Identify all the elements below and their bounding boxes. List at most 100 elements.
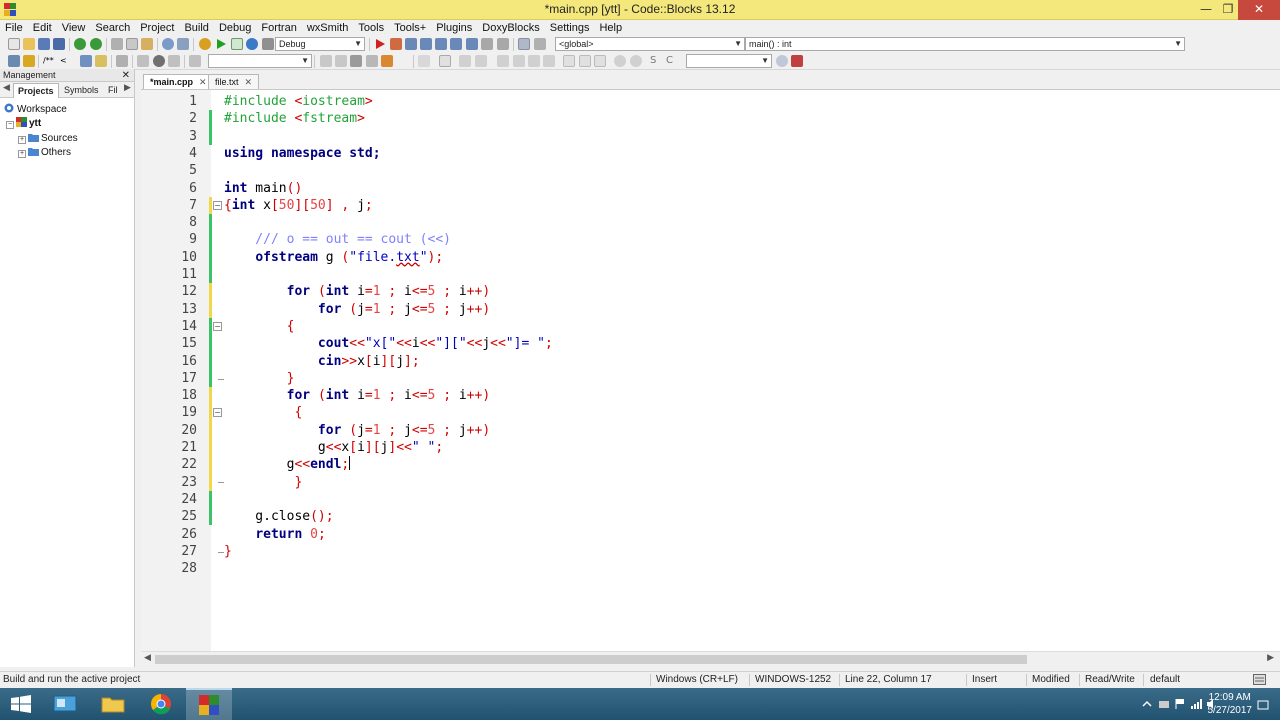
tab-main-cpp[interactable]: *main.cpp ✕ [143, 74, 214, 89]
menu-build[interactable]: Build [179, 20, 213, 36]
start-button[interactable] [0, 688, 46, 720]
symbol-combo[interactable]: ▼ [686, 54, 772, 68]
close-icon[interactable]: ✕ [122, 69, 130, 82]
scroll-right-icon[interactable]: ▶ [1267, 653, 1274, 663]
next-line-icon[interactable] [405, 38, 417, 50]
menu-settings[interactable]: Settings [545, 20, 595, 36]
menu-tools[interactable]: Tools [353, 20, 389, 36]
find-icon[interactable] [162, 38, 174, 50]
marker-icon[interactable] [381, 55, 393, 67]
tray-app-icon[interactable] [1158, 698, 1170, 710]
help-doc-icon[interactable] [95, 55, 107, 67]
redo-icon[interactable] [90, 38, 102, 50]
menu-edit[interactable]: Edit [28, 20, 57, 36]
next-icon[interactable] [168, 55, 180, 67]
scope-select[interactable]: <global> ▼ [555, 37, 745, 51]
step-instruction-icon[interactable] [466, 38, 478, 50]
tools-icon[interactable] [791, 55, 803, 67]
network-icon[interactable] [1190, 698, 1202, 710]
tab-scroll-right-icon[interactable]: ▶ [124, 83, 131, 93]
menu-doxyblocks[interactable]: DoxyBlocks [477, 20, 544, 36]
breakpoint-icon[interactable] [153, 55, 165, 67]
menu-debug[interactable]: Debug [214, 20, 256, 36]
taskbar-clock[interactable]: 12:09 AM 5/27/2017 [1208, 691, 1253, 717]
layout-4-icon[interactable] [513, 55, 525, 67]
menu-view[interactable]: View [57, 20, 91, 36]
box-icon[interactable] [439, 55, 451, 67]
build-target-select[interactable]: Debug ▼ [275, 37, 365, 51]
layout-9-icon[interactable] [594, 55, 606, 67]
collapse-icon[interactable]: − [6, 121, 14, 129]
undo-icon[interactable] [74, 38, 86, 50]
layout-1-icon[interactable] [459, 55, 471, 67]
tab-file-txt[interactable]: file.txt ✕ [208, 74, 260, 89]
settings-wrench-icon[interactable] [116, 55, 128, 67]
tab-symbols[interactable]: Symbols [60, 83, 103, 98]
step-out-icon[interactable] [435, 38, 447, 50]
tray-expand-icon[interactable] [1141, 698, 1153, 710]
symbol-s-icon[interactable]: S [650, 55, 662, 67]
fold-toggle-icon[interactable]: − [213, 408, 222, 417]
tray-flag-icon[interactable] [1174, 698, 1186, 710]
taskbar-file-explorer[interactable] [90, 688, 136, 720]
debug-info-icon[interactable] [534, 38, 546, 50]
layout-5-icon[interactable] [528, 55, 540, 67]
scroll-left-icon[interactable]: ◀ [144, 653, 151, 663]
stop-debug-icon[interactable] [497, 38, 509, 50]
zoom-in-icon[interactable] [614, 55, 626, 67]
menu-project[interactable]: Project [135, 20, 179, 36]
tree-project[interactable]: − ytt [6, 117, 41, 131]
menu-fortran[interactable]: Fortran [256, 20, 301, 36]
debug-windows-icon[interactable] [518, 38, 530, 50]
pause-icon[interactable] [481, 38, 493, 50]
close-tab-icon[interactable]: ✕ [199, 77, 207, 87]
tab-projects[interactable]: Projects [13, 83, 59, 98]
menu-help[interactable]: Help [594, 20, 627, 36]
taskbar-codeblocks[interactable] [186, 688, 232, 720]
build-gear-icon[interactable] [199, 38, 211, 50]
save-icon[interactable] [38, 38, 50, 50]
tab-scroll-left-icon[interactable]: ◀ [3, 83, 10, 93]
menu-file[interactable]: File [0, 20, 28, 36]
layout-3-icon[interactable] [497, 55, 509, 67]
save-all-icon[interactable] [53, 38, 65, 50]
debug-run-icon[interactable] [374, 38, 386, 50]
rebuild-icon[interactable] [246, 38, 258, 50]
symbol-c-icon[interactable]: C [666, 55, 678, 67]
zoom-out-icon[interactable] [630, 55, 642, 67]
doxywizard-icon[interactable] [80, 55, 92, 67]
comment-icon[interactable]: /** [43, 55, 55, 67]
run-to-cursor-icon[interactable] [390, 38, 402, 50]
tree-workspace[interactable]: Workspace [4, 103, 67, 117]
abort-icon[interactable] [262, 38, 274, 50]
menu-tools-plus[interactable]: Tools+ [389, 20, 431, 36]
close-tab-icon[interactable]: ✕ [245, 77, 253, 87]
replace-icon[interactable] [177, 38, 189, 50]
next-instruction-icon[interactable] [450, 38, 462, 50]
menu-plugins[interactable]: Plugins [431, 20, 477, 36]
close-button[interactable]: ✕ [1238, 0, 1280, 20]
fold-toggle-icon[interactable]: − [213, 322, 222, 331]
horizontal-scrollbar[interactable]: ◀ ▶ [141, 651, 1280, 667]
expand-icon[interactable]: + [18, 136, 26, 144]
expand-icon[interactable]: + [18, 150, 26, 158]
forward-icon[interactable] [335, 55, 347, 67]
notifications-icon[interactable] [1257, 699, 1269, 711]
toggle-icon[interactable] [366, 55, 378, 67]
toggle-log-icon[interactable] [8, 55, 20, 67]
search-symbol-icon[interactable] [776, 55, 788, 67]
prev-icon[interactable] [137, 55, 149, 67]
run-icon[interactable] [215, 38, 227, 50]
back-icon[interactable] [320, 55, 332, 67]
code-editor[interactable]: 1 2 3 4 5 6 7 8 9 10 11 12 13 14 15 16 1… [141, 89, 1280, 652]
tree-folder-others[interactable]: + Others [18, 146, 71, 160]
menu-wxsmith[interactable]: wxSmith [302, 20, 354, 36]
layout-8-icon[interactable] [579, 55, 591, 67]
new-file-icon[interactable] [8, 38, 20, 50]
scroll-thumb[interactable] [155, 655, 1027, 664]
taskbar-control-panel[interactable] [42, 688, 88, 720]
function-select[interactable]: main() : int ▼ [745, 37, 1185, 51]
fold-toggle-icon[interactable]: − [213, 201, 222, 210]
step-into-icon[interactable] [420, 38, 432, 50]
copy-icon[interactable] [126, 38, 138, 50]
